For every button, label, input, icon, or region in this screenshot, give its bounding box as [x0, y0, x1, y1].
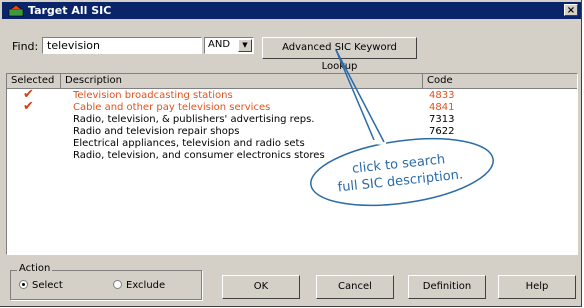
callout-bubble — [310, 49, 494, 207]
target-all-sic-dialog: Target All SIC × Find: television AND ▼ … — [0, 0, 582, 307]
